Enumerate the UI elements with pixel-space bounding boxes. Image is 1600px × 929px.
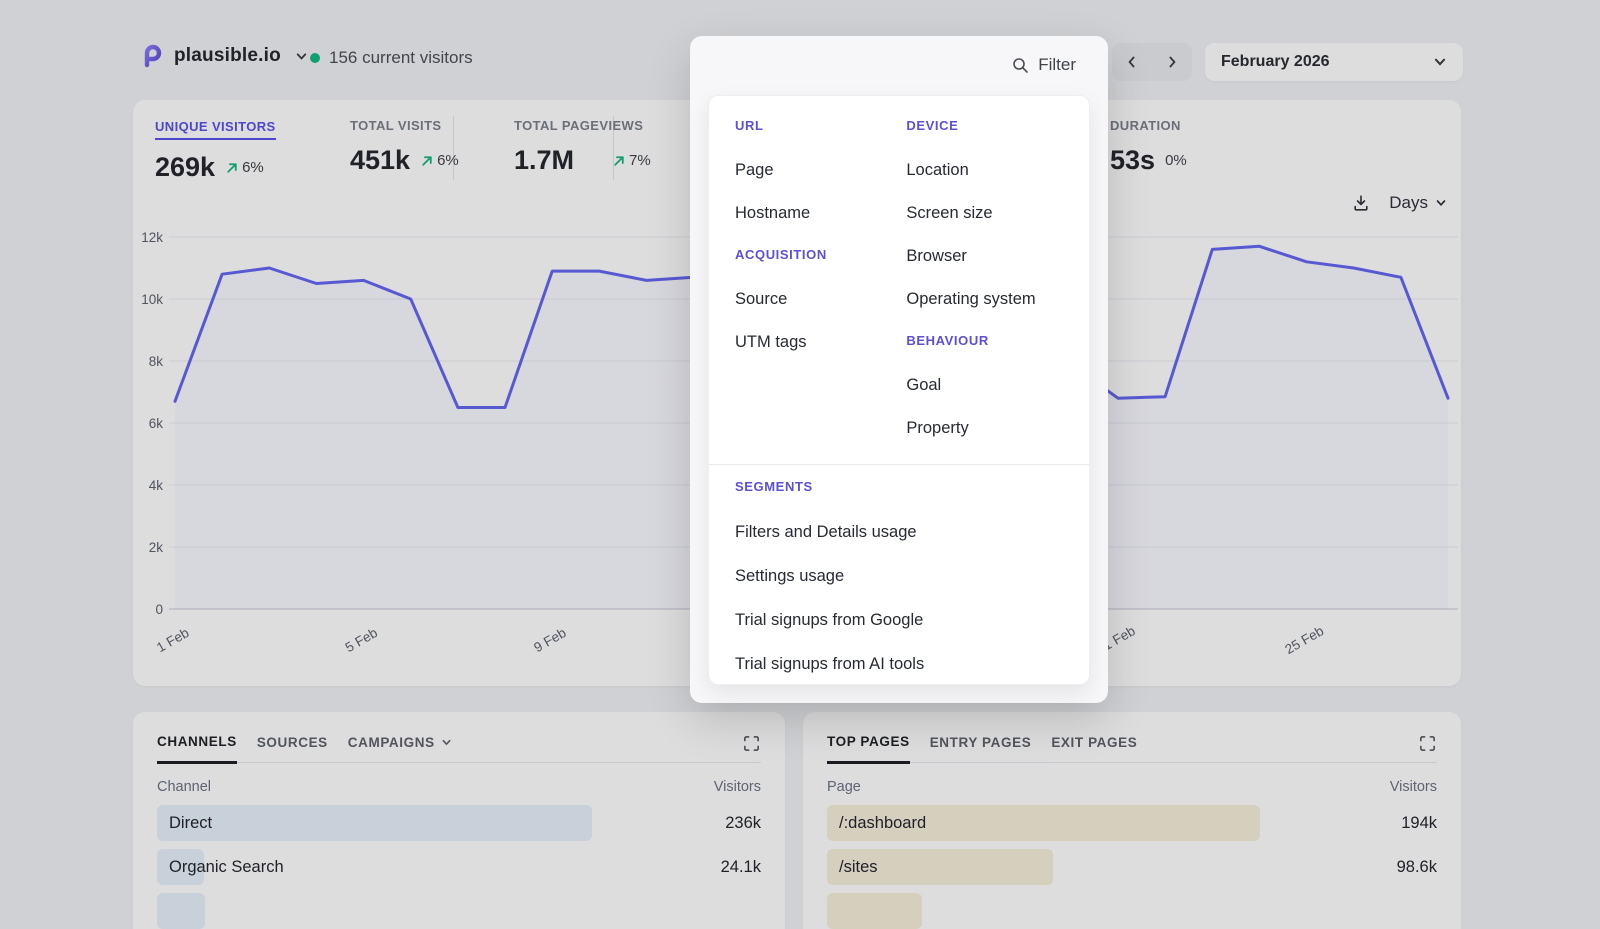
plausible-dashboard: plausible.io 156 current visitors Februa… (0, 0, 1600, 929)
filter-item-browser[interactable]: Browser (906, 247, 1063, 290)
search-icon (1012, 57, 1029, 74)
filter-category-device: DEVICE (906, 118, 1063, 161)
filter-item-filters-and-details-usage[interactable]: Filters and Details usage (735, 523, 1063, 567)
filter-category-acquisition: ACQUISITION (735, 247, 906, 290)
filter-category-segments: SEGMENTS (735, 479, 1063, 523)
filter-item-settings-usage[interactable]: Settings usage (735, 567, 1063, 611)
filter-item-hostname[interactable]: Hostname (735, 204, 906, 247)
filter-item-trial-signups-from-google[interactable]: Trial signups from Google (735, 611, 1063, 655)
filter-menu: URLPageHostnameACQUISITIONSourceUTM tags… (708, 95, 1090, 685)
filter-item-source[interactable]: Source (735, 290, 906, 333)
filter-search-label: Filter (1038, 55, 1076, 75)
filter-item-trial-signups-from-ai-tools[interactable]: Trial signups from AI tools (735, 655, 1063, 685)
filter-category-behaviour: BEHAVIOUR (906, 333, 1063, 376)
filter-item-operating-system[interactable]: Operating system (906, 290, 1063, 333)
filter-item-location[interactable]: Location (906, 161, 1063, 204)
filter-item-utm-tags[interactable]: UTM tags (735, 333, 906, 376)
filter-search[interactable]: Filter (690, 36, 1108, 94)
filter-category-url: URL (735, 118, 906, 161)
filter-item-page[interactable]: Page (735, 161, 906, 204)
filter-popup: Filter URLPageHostnameACQUISITIONSourceU… (690, 36, 1108, 703)
divider (709, 464, 1089, 465)
filter-item-property[interactable]: Property (906, 419, 1063, 462)
filter-item-screen-size[interactable]: Screen size (906, 204, 1063, 247)
filter-item-goal[interactable]: Goal (906, 376, 1063, 419)
